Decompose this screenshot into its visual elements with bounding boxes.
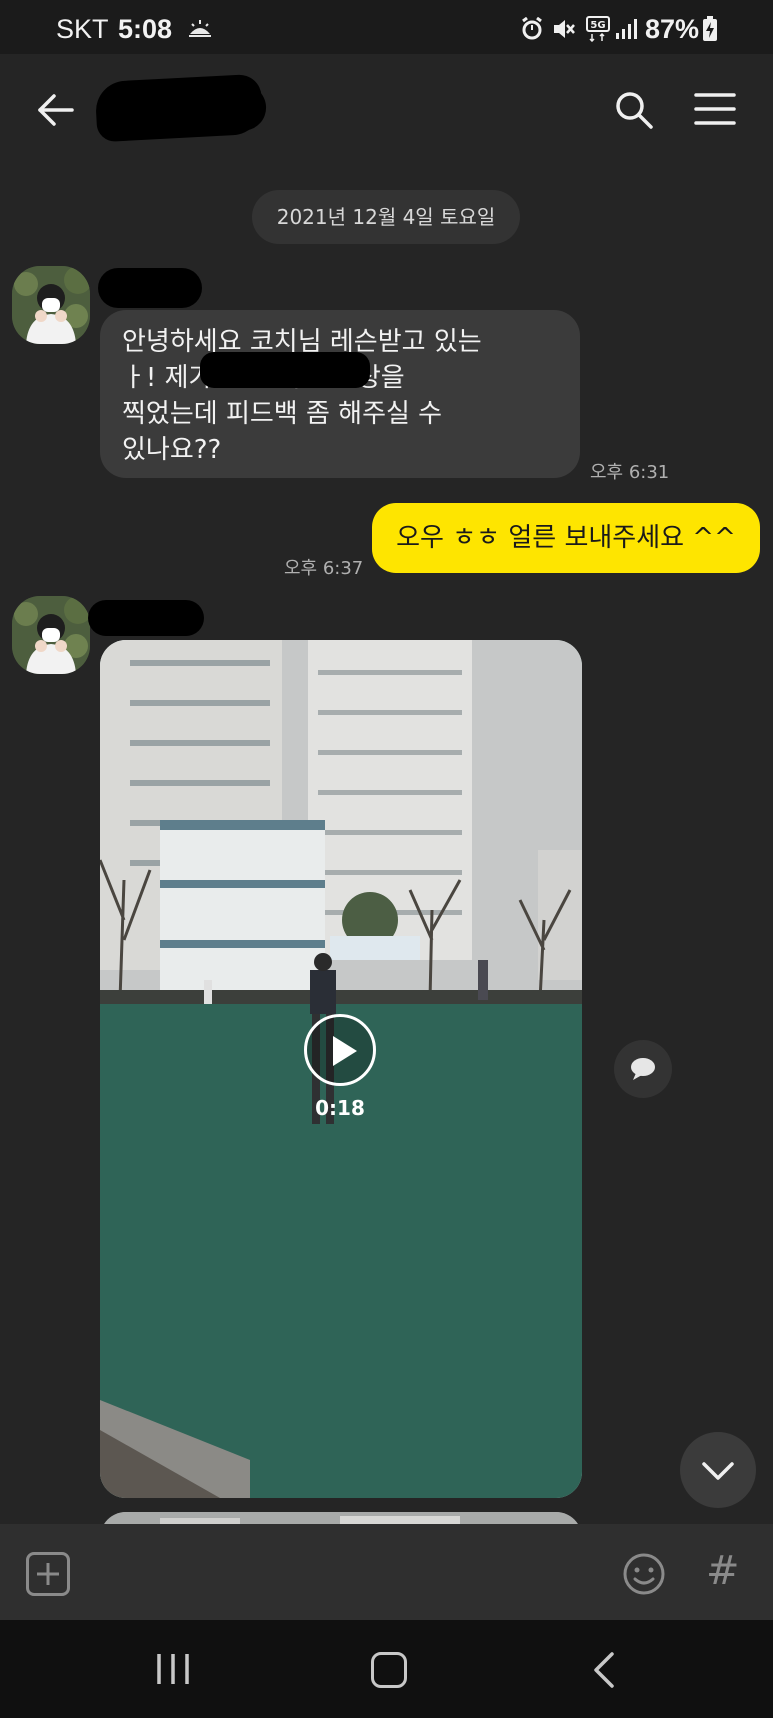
redacted-text [200, 352, 370, 388]
date-divider: 2021년 12월 4일 토요일 [252, 190, 520, 244]
emoji-button[interactable] [622, 1552, 666, 1596]
attach-button[interactable] [26, 1552, 70, 1596]
speech-bubble-icon [631, 1058, 655, 1080]
clock-label: 5:08 [118, 14, 173, 44]
hamburger-menu-icon [694, 93, 736, 125]
system-nav-bar [0, 1620, 773, 1718]
scroll-to-bottom-button[interactable] [680, 1432, 756, 1508]
message-input-bar: # [0, 1524, 773, 1620]
weather-icon [188, 18, 212, 42]
network-5g-icon: 5G [586, 16, 610, 46]
battery-icon [702, 16, 718, 46]
avatar[interactable] [12, 266, 90, 344]
recent-apps-icon [157, 1654, 189, 1684]
avatar[interactable] [12, 596, 90, 674]
video-duration: 0:18 [315, 1096, 365, 1120]
battery-percent: 87% [645, 14, 700, 44]
arrow-left-icon [38, 94, 74, 126]
message-time: 오후 6:37 [284, 558, 364, 579]
plus-square-icon [37, 1563, 59, 1585]
signal-icon [614, 17, 640, 45]
emoji-icon [623, 1553, 665, 1595]
status-bar: SKT 5:08 5G 87% [0, 0, 773, 54]
recent-apps-button[interactable] [155, 1654, 191, 1684]
hashtag-button[interactable]: # [706, 1548, 740, 1594]
carrier-label: SKT [56, 14, 109, 44]
system-back-button[interactable] [592, 1652, 616, 1688]
message-text: 안녕하세요 코치님 레슨받고 있는 ㅏ! 제가 공 던지는 영상을 찍었는데 피… [122, 327, 482, 465]
search-icon [616, 92, 653, 129]
chevron-left-icon [594, 1652, 614, 1688]
incoming-message[interactable]: 안녕하세요 코치님 레슨받고 있는 ㅏ! 제가 공 던지는 영상을 찍었는데 피… [100, 310, 580, 478]
outgoing-message[interactable]: 오우 ㅎㅎ 얼른 보내주세요 ^^ [372, 503, 760, 573]
search-button[interactable] [614, 90, 654, 130]
chat-screen: SKT 5:08 5G 87% 2021년 12월 4일 토요일 안녕하세요 코… [0, 0, 773, 1718]
network-label: 5G [590, 20, 605, 31]
chevron-down-icon [702, 1462, 734, 1480]
message-time: 오후 6:31 [590, 462, 670, 483]
redacted-sender-name [98, 268, 202, 308]
play-icon [333, 1036, 357, 1066]
play-button[interactable] [304, 1014, 376, 1086]
home-button[interactable] [371, 1652, 407, 1688]
back-button[interactable] [34, 88, 78, 132]
menu-button[interactable] [694, 92, 736, 126]
alarm-icon [520, 16, 544, 45]
redacted-chat-title [94, 73, 264, 143]
mute-icon [552, 17, 576, 45]
chat-header [0, 54, 773, 166]
redacted-sender-name [88, 600, 204, 636]
comment-button[interactable] [614, 1040, 672, 1098]
